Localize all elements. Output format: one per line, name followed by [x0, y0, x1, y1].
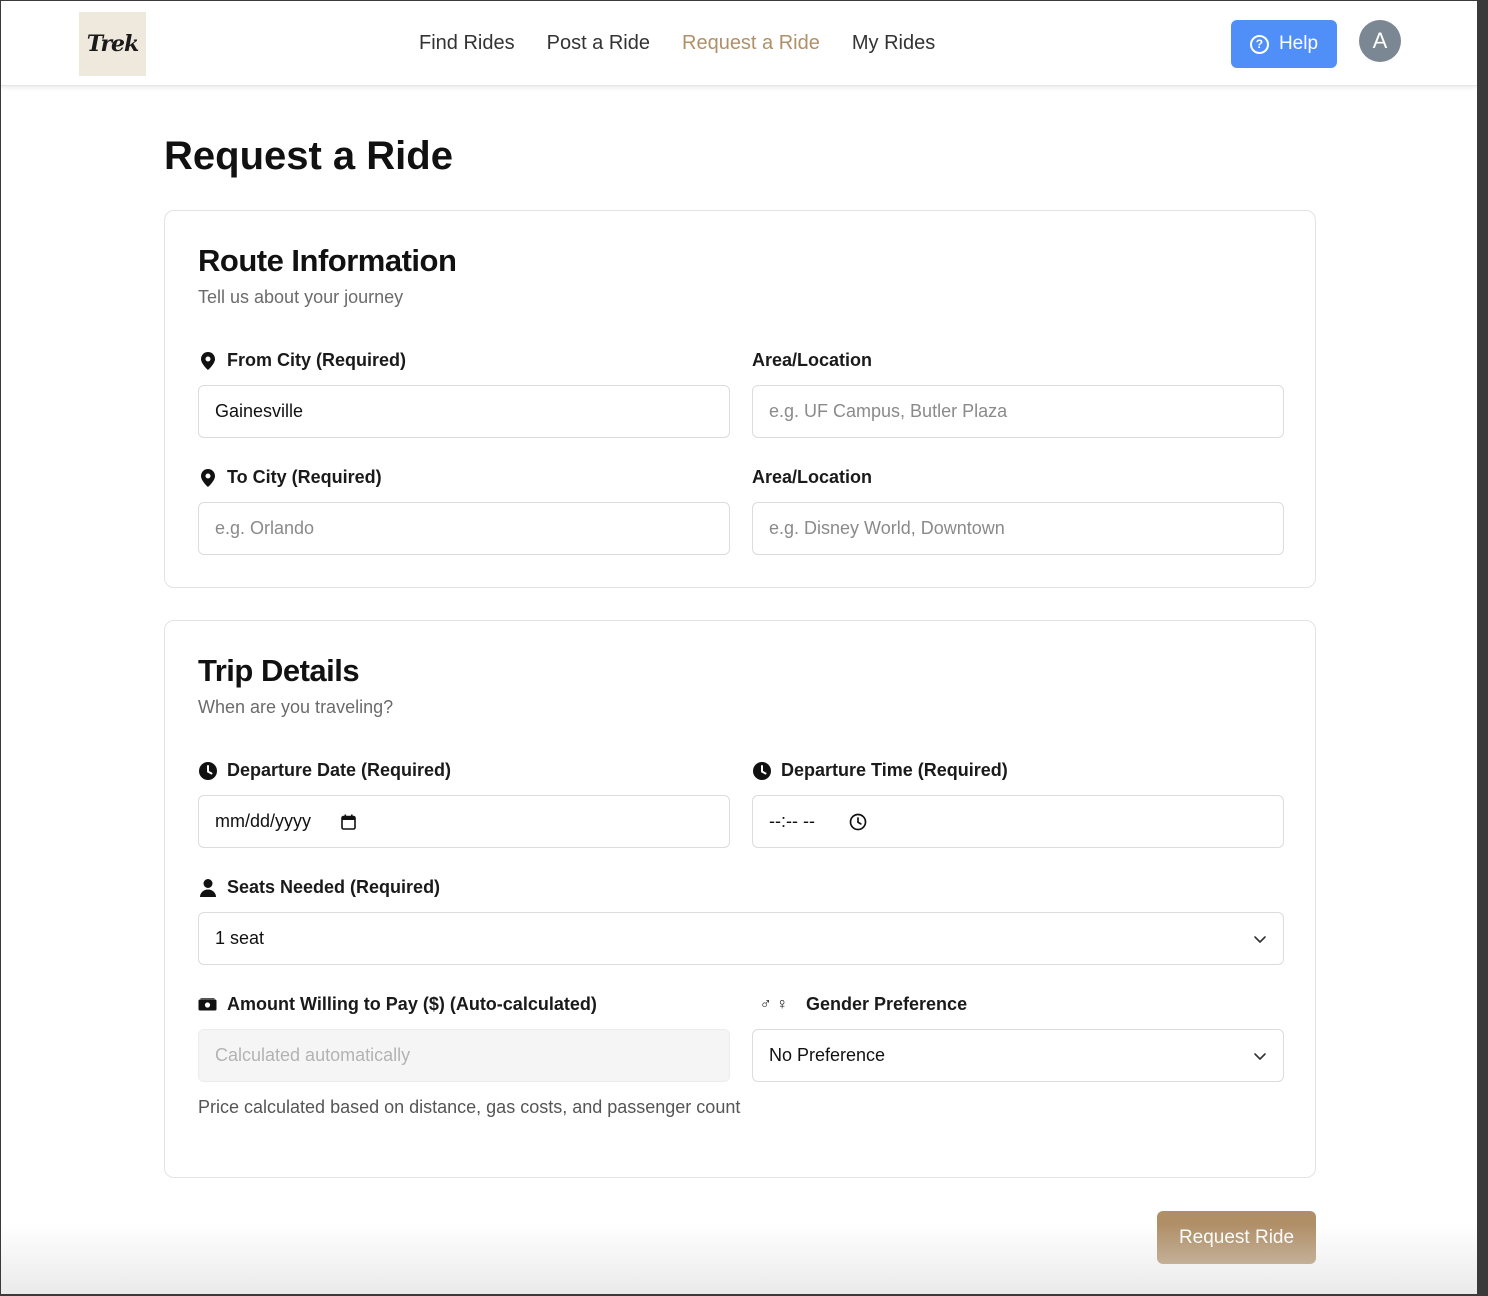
seats-selected-value: 1 seat — [215, 928, 265, 948]
departure-date-label: Departure Date (Required) — [198, 760, 451, 781]
time-placeholder: --:-- -- — [769, 811, 815, 831]
to-area-label: Area/Location — [752, 467, 873, 487]
map-pin-icon — [198, 351, 217, 370]
map-pin-icon — [198, 468, 217, 487]
clock-icon — [198, 761, 217, 780]
to-city-label: To City (Required) — [198, 467, 382, 488]
trip-card-title: Trip Details — [198, 653, 360, 688]
help-circle-icon: ? — [1249, 34, 1269, 54]
cash-icon — [198, 995, 217, 1014]
amount-input: Calculated automatically — [198, 1029, 730, 1082]
clock-outline-icon[interactable] — [849, 813, 867, 831]
user-avatar[interactable]: A — [1359, 20, 1401, 62]
page-title: Request a Ride — [164, 134, 453, 178]
app-window: Trek Find Rides Post a Ride Request a Ri… — [1, 1, 1477, 1294]
nav-my-rides[interactable]: My Rides — [852, 32, 935, 55]
route-information-card: Route Information Tell us about your jou… — [164, 210, 1316, 588]
date-placeholder: mm/dd/yyyy — [215, 811, 312, 831]
nav-post-a-ride[interactable]: Post a Ride — [547, 32, 650, 55]
seats-needed-select[interactable]: 1 seat — [198, 912, 1284, 965]
gender-icon: ♂ ♀ — [759, 995, 789, 1013]
trek-logo[interactable]: Trek — [79, 12, 146, 76]
route-card-title: Route Information — [198, 243, 457, 278]
gender-preference-label: ♂ ♀ Gender Preference — [752, 994, 967, 1015]
trip-card-subtitle: When are you traveling? — [198, 697, 394, 717]
calendar-icon[interactable] — [341, 814, 356, 830]
request-ride-button[interactable]: Request Ride — [1157, 1211, 1316, 1264]
gender-selected-value: No Preference — [769, 1045, 886, 1065]
person-icon — [198, 878, 217, 897]
help-button[interactable]: ? Help — [1231, 20, 1337, 68]
from-area-label: Area/Location — [752, 350, 873, 370]
amount-label: Amount Willing to Pay ($) (Auto-calculat… — [198, 994, 597, 1015]
trip-details-card: Trip Details When are you traveling? Dep… — [164, 620, 1316, 1178]
departure-time-label: Departure Time (Required) — [752, 760, 1008, 781]
top-nav-bar: Trek Find Rides Post a Ride Request a Ri… — [1, 1, 1477, 86]
chevron-down-icon — [1253, 1049, 1267, 1063]
from-area-input[interactable]: e.g. UF Campus, Butler Plaza — [752, 385, 1284, 438]
main-nav: Find Rides Post a Ride Request a Ride My… — [419, 32, 967, 55]
chevron-down-icon — [1253, 932, 1267, 946]
from-city-input[interactable]: Gainesville — [198, 385, 730, 438]
departure-time-input[interactable]: --:-- -- — [752, 795, 1284, 848]
help-button-label: Help — [1278, 33, 1319, 54]
nav-request-a-ride[interactable]: Request a Ride — [682, 32, 820, 55]
gender-preference-select[interactable]: No Preference — [752, 1029, 1284, 1082]
amount-helper-text: Price calculated based on distance, gas … — [198, 1097, 741, 1117]
to-area-input[interactable]: e.g. Disney World, Downtown — [752, 502, 1284, 555]
route-card-subtitle: Tell us about your journey — [198, 287, 404, 307]
from-city-label: From City (Required) — [198, 350, 406, 371]
nav-find-rides[interactable]: Find Rides — [419, 32, 515, 55]
to-city-input[interactable]: e.g. Orlando — [198, 502, 730, 555]
departure-date-input[interactable]: mm/dd/yyyy — [198, 795, 730, 848]
clock-icon — [752, 761, 771, 780]
seats-needed-label: Seats Needed (Required) — [198, 877, 440, 898]
